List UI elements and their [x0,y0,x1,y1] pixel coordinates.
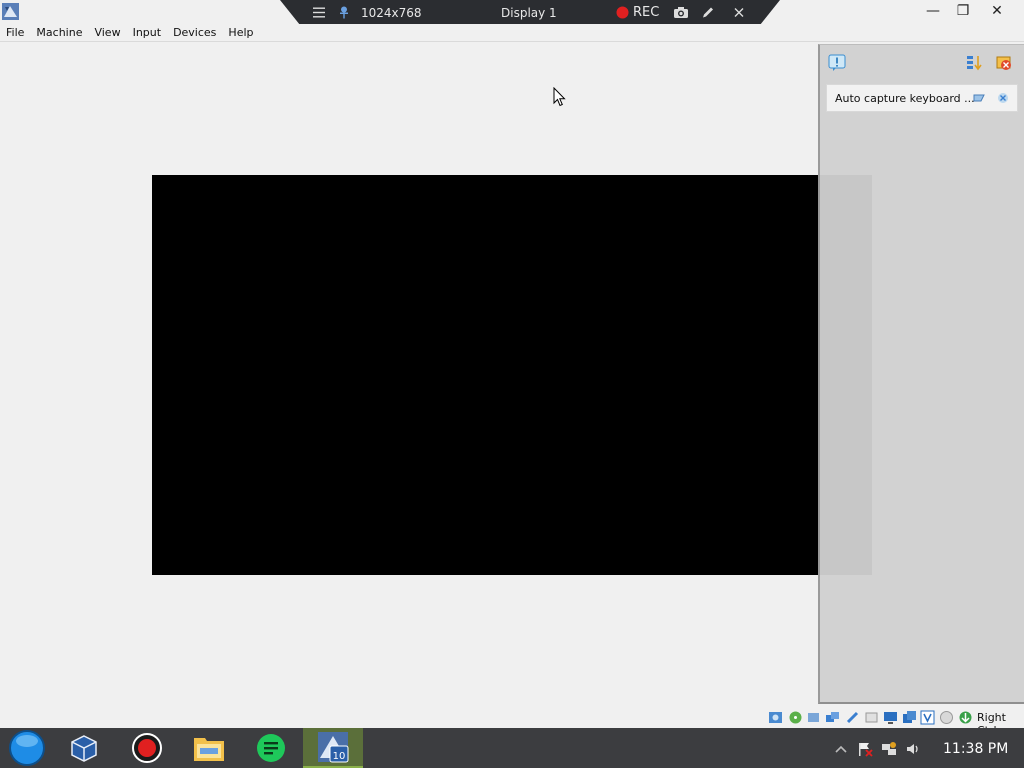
camera-icon[interactable] [673,5,689,20]
hard-disk-icon[interactable] [768,710,783,725]
dismiss-all-icon[interactable] [995,54,1013,72]
shared-folders-icon[interactable] [864,710,879,725]
start-orb-icon [9,730,45,766]
taskbar: 10 11:38 PM [0,728,1024,768]
windows10-vm-icon: 10 [318,732,349,763]
keyboard-capture-status-icon[interactable] [958,710,973,725]
optical-drive-icon[interactable] [788,710,803,725]
taskbar-virtualbox[interactable] [54,728,114,768]
taskbar-vm-window[interactable]: 10 [303,728,363,768]
menu-view[interactable]: View [88,24,126,42]
pencil-icon[interactable] [701,5,715,20]
menu-devices[interactable]: Devices [167,24,222,42]
vm-status-bar: Right Ctrl [0,708,1024,737]
virtualbox-cube-icon [71,735,97,762]
keyboard-capture-icon[interactable] [973,92,985,104]
menu-help[interactable]: Help [222,24,259,42]
svg-text:10: 10 [333,751,346,762]
sort-order-icon[interactable] [966,54,984,72]
mouse-integration-icon[interactable] [939,710,954,725]
rec-button[interactable]: REC [633,5,659,20]
record-app-icon [132,733,162,763]
taskbar-recorder[interactable] [117,728,177,768]
notification-card[interactable]: Auto capture keyboard ... [826,84,1018,112]
taskbar-file-explorer[interactable] [179,728,239,768]
menu-input[interactable]: Input [127,24,167,42]
pin-icon[interactable] [338,5,350,20]
minimize-button[interactable]: — [916,0,950,22]
usb-icon[interactable] [845,710,860,725]
notification-message: Auto capture keyboard ... [835,92,975,105]
display-icon[interactable] [883,710,898,725]
taskbar-clock[interactable]: 11:38 PM [943,741,1008,757]
virtualization-icon[interactable] [920,710,935,725]
guest-screen[interactable] [152,175,820,575]
resolution-label: 1024x768 [361,5,422,20]
show-hidden-icons-icon[interactable] [833,741,849,757]
notification-icon[interactable] [828,54,846,72]
notes-app-icon [257,734,285,762]
notification-center-panel: Auto capture keyboard ... [818,44,1024,704]
recording-toolbar: 1024x768 Display 1 REC [280,0,780,25]
restore-button[interactable]: ❐ [946,0,980,22]
display-name-label: Display 1 [501,5,557,20]
network-tray-icon[interactable] [881,741,897,757]
record-dot-icon[interactable] [616,5,629,20]
menu-file[interactable]: File [0,24,30,42]
start-button[interactable] [0,728,54,768]
toolbar-close-icon[interactable] [733,5,745,20]
menu-bar: File Machine View Input Devices Help [0,24,1024,42]
video-capture-icon[interactable] [902,710,917,725]
action-center-flag-icon[interactable] [857,741,873,757]
menu-machine[interactable]: Machine [30,24,88,42]
folder-icon [194,738,224,761]
audio-icon[interactable] [806,710,821,725]
taskbar-notes-app[interactable] [241,728,301,768]
close-button[interactable]: ✕ [980,0,1014,22]
mouse-cursor-icon [553,87,566,107]
volume-icon[interactable] [905,741,921,757]
notification-close-icon[interactable] [997,92,1009,104]
menu-icon[interactable] [312,5,326,20]
network-icon[interactable] [825,710,840,725]
virtualbox-icon[interactable] [2,3,19,20]
